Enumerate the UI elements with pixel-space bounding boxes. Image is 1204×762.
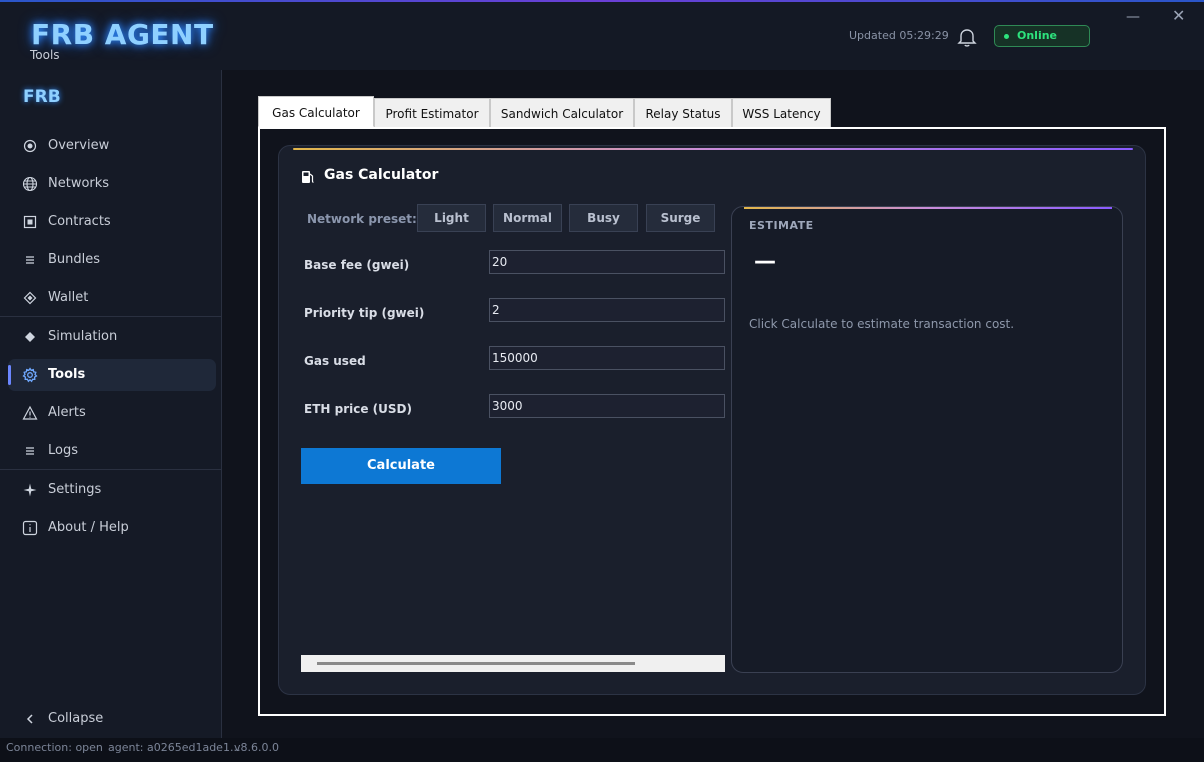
base-fee-label: Base fee (gwei) bbox=[304, 258, 410, 272]
sidebar-item-tools[interactable]: Tools bbox=[8, 359, 216, 391]
sidebar-item-label: Contracts bbox=[48, 214, 111, 229]
preset-light-button[interactable]: Light bbox=[417, 204, 486, 232]
diamond-icon bbox=[22, 290, 38, 306]
estimate-hint: Click Calculate to estimate transaction … bbox=[749, 317, 1015, 331]
connection-status: Connection: open bbox=[6, 741, 103, 754]
sidebar-item-simulation[interactable]: Simulation bbox=[8, 321, 216, 353]
sidebar-item-label: Tools bbox=[48, 367, 86, 382]
sidebar-item-logs[interactable]: Logs bbox=[8, 435, 216, 467]
sidebar-item-label: Networks bbox=[48, 176, 110, 191]
list-icon bbox=[22, 443, 38, 459]
card-accent-line bbox=[293, 148, 1133, 150]
tab-content: Gas Calculator Network preset: Light Nor… bbox=[258, 127, 1166, 716]
sidebar-item-label: About / Help bbox=[48, 520, 129, 535]
sidebar-item-about[interactable]: About / Help bbox=[8, 512, 216, 544]
radio-icon bbox=[22, 138, 38, 154]
diamond-filled-icon bbox=[22, 329, 38, 345]
list-icon bbox=[22, 252, 38, 268]
gas-calculator-card: Gas Calculator Network preset: Light Nor… bbox=[278, 145, 1146, 695]
preset-label: Network preset: bbox=[307, 212, 417, 226]
gas-used-label: Gas used bbox=[304, 354, 366, 368]
sidebar-item-label: Alerts bbox=[48, 405, 86, 420]
tab-relay-status[interactable]: Relay Status bbox=[634, 98, 732, 128]
version-label: v8.6.0.0 bbox=[234, 741, 279, 754]
sidebar-logo: FRB bbox=[23, 87, 61, 107]
warning-icon bbox=[22, 405, 38, 421]
sidebar-item-bundles[interactable]: Bundles bbox=[8, 244, 216, 276]
base-fee-input[interactable] bbox=[489, 250, 725, 274]
estimate-accent-line bbox=[744, 207, 1112, 209]
sidebar-item-networks[interactable]: Networks bbox=[8, 168, 216, 200]
app-title: FRB AGENT bbox=[31, 18, 214, 51]
sidebar-item-label: Bundles bbox=[48, 252, 101, 267]
chevron-left-icon bbox=[22, 711, 38, 727]
app-subtitle: Tools bbox=[30, 48, 60, 62]
close-button[interactable]: ✕ bbox=[1172, 8, 1186, 24]
sidebar-item-label: Simulation bbox=[48, 329, 118, 344]
title-bar: FRB AGENT Tools Updated 05:29:29 Online … bbox=[0, 2, 1204, 70]
sidebar-item-contracts[interactable]: Contracts bbox=[8, 206, 216, 238]
sidebar-item-alerts[interactable]: Alerts bbox=[8, 397, 216, 429]
sidebar: FRB Overview Networks Contracts Bundles … bbox=[0, 70, 222, 738]
scrollbar-thumb[interactable] bbox=[317, 662, 635, 665]
sidebar-item-settings[interactable]: Settings bbox=[8, 474, 216, 506]
estimate-value: — bbox=[754, 249, 776, 274]
info-icon bbox=[22, 520, 38, 536]
sidebar-collapse-button[interactable]: Collapse bbox=[8, 703, 216, 735]
preset-busy-button[interactable]: Busy bbox=[569, 204, 638, 232]
sidebar-item-label: Settings bbox=[48, 482, 102, 497]
gear-icon bbox=[22, 367, 38, 383]
calculate-button[interactable]: Calculate bbox=[301, 448, 501, 484]
sidebar-item-overview[interactable]: Overview bbox=[8, 130, 216, 162]
agent-id: agent: a0265ed1ade1... bbox=[108, 741, 241, 754]
status-badge: Online bbox=[994, 25, 1090, 47]
sidebar-item-label: Overview bbox=[48, 138, 110, 153]
estimate-panel: ESTIMATE — Click Calculate to estimate t… bbox=[731, 206, 1123, 673]
tab-sandwich-calculator[interactable]: Sandwich Calculator bbox=[490, 98, 634, 128]
preset-surge-button[interactable]: Surge bbox=[646, 204, 715, 232]
sidebar-item-label: Logs bbox=[48, 443, 78, 458]
minimize-button[interactable]: — bbox=[1126, 10, 1140, 24]
tab-profit-estimator[interactable]: Profit Estimator bbox=[374, 98, 490, 128]
priority-tip-label: Priority tip (gwei) bbox=[304, 306, 425, 320]
collapse-label: Collapse bbox=[48, 711, 104, 726]
status-bar: Connection: open agent: a0265ed1ade1... … bbox=[0, 738, 1204, 762]
eth-price-label: ETH price (USD) bbox=[304, 402, 412, 416]
priority-tip-input[interactable] bbox=[489, 298, 725, 322]
sparkle-icon bbox=[22, 482, 38, 498]
fuel-pump-icon bbox=[301, 169, 315, 183]
bell-icon[interactable] bbox=[956, 26, 978, 48]
sidebar-divider bbox=[0, 316, 221, 317]
updated-timestamp: Updated 05:29:29 bbox=[849, 29, 949, 42]
horizontal-scrollbar[interactable] bbox=[301, 655, 725, 672]
preset-normal-button[interactable]: Normal bbox=[493, 204, 562, 232]
globe-icon bbox=[22, 176, 38, 192]
tab-gas-calculator[interactable]: Gas Calculator bbox=[258, 96, 374, 127]
gas-used-input[interactable] bbox=[489, 346, 725, 370]
sidebar-divider bbox=[0, 469, 221, 470]
estimate-title: ESTIMATE bbox=[749, 219, 814, 232]
status-text: Online bbox=[1017, 29, 1058, 42]
eth-price-input[interactable] bbox=[489, 394, 725, 418]
sidebar-item-label: Wallet bbox=[48, 290, 89, 305]
square-icon bbox=[22, 214, 38, 230]
sidebar-item-wallet[interactable]: Wallet bbox=[8, 282, 216, 314]
card-title: Gas Calculator bbox=[324, 167, 439, 183]
main-area: Gas Calculator Profit Estimator Sandwich… bbox=[222, 70, 1204, 738]
online-dot-icon bbox=[1004, 34, 1009, 39]
tab-wss-latency[interactable]: WSS Latency bbox=[732, 98, 831, 128]
